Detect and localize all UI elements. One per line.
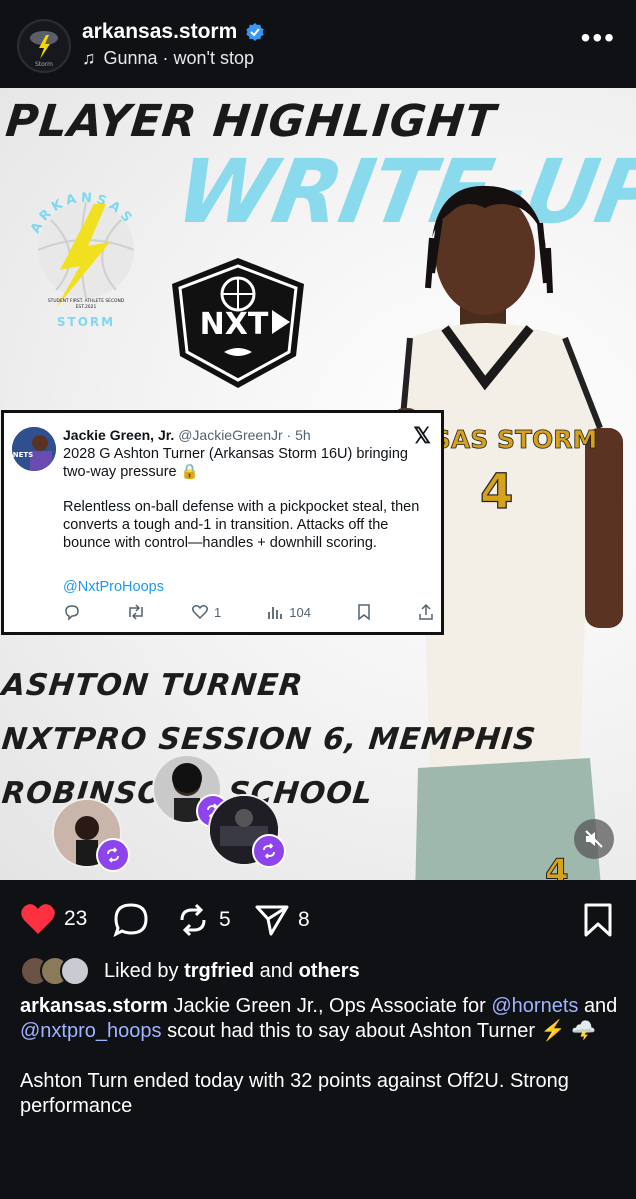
svg-text:4: 4 <box>545 852 569 880</box>
comment-bubble-icon <box>113 903 148 937</box>
caption-mention-nxtpro[interactable]: @nxtpro_hoops <box>20 1020 162 1042</box>
post-header: Storm arkansas.storm ♫ Gunna · won't sto… <box>0 0 636 88</box>
tweet-author-handle: @JackieGreenJr · 5h <box>178 427 311 443</box>
caption-text-1: Jackie Green Jr., Ops Associate for <box>173 995 486 1017</box>
nxt-shield-logo: NXT <box>172 258 304 388</box>
verified-badge-icon <box>246 23 264 41</box>
speaker-muted-icon <box>585 830 603 848</box>
tweet-reply-button[interactable] <box>63 603 81 621</box>
music-info[interactable]: ♫ Gunna · won't stop <box>82 48 254 69</box>
like-count: 23 <box>64 907 88 930</box>
player-name-text: ASHTON TURNER <box>0 668 305 703</box>
username[interactable]: arkansas.storm <box>82 20 237 44</box>
caption-mention-hornets[interactable]: @hornets <box>491 995 578 1017</box>
arkansas-storm-logo: ARKANSAS STUDENT FIRST. ATHLETE SECOND E… <box>28 191 135 329</box>
svg-text:NXT: NXT <box>200 307 269 342</box>
retweet-icon <box>129 604 143 620</box>
liked-by-and: and <box>259 959 293 982</box>
more-options-icon[interactable]: ••• <box>581 24 616 52</box>
tweet-bookmark-button[interactable] <box>356 603 372 621</box>
storm-logo-icon: Storm <box>20 22 68 70</box>
bookmark-save-icon <box>584 903 612 937</box>
post-action-bar: 23 5 8 <box>0 880 636 960</box>
tweet-actions: 1 104 <box>63 603 435 621</box>
post-caption: arkansas.storm Jackie Green Jr., Ops Ass… <box>20 994 620 1144</box>
event-text: NXTPRO SESSION 6, MEMPHIS <box>0 722 538 757</box>
repost-badge-3 <box>252 834 286 868</box>
liker-avatar-3 <box>60 956 90 986</box>
tweet-views-button[interactable]: 104 <box>266 603 311 621</box>
like-button[interactable]: 23 <box>20 902 87 936</box>
tweet-line-2: Relentless on-ball defense with a pickpo… <box>63 499 420 551</box>
heart-filled-icon <box>21 904 55 934</box>
repost-badge-2 <box>96 838 130 872</box>
post-image[interactable]: WRITE-UP PLAYER HIGHLIGHT ARKANSAS STUDE… <box>0 88 636 880</box>
share-count: 8 <box>298 908 310 931</box>
tweet-retweet-button[interactable] <box>126 603 146 621</box>
nets-avatar-icon: NETS <box>12 427 56 471</box>
send-paper-plane-icon <box>255 905 289 936</box>
liked-by-user[interactable]: trgfried <box>184 960 254 983</box>
tweet-views-count: 104 <box>289 604 311 620</box>
svg-text:STORM: STORM <box>57 315 115 329</box>
embedded-tweet-card[interactable]: NETS Jackie Green, Jr. @JackieGreenJr · … <box>1 410 444 635</box>
tweet-mention-link[interactable]: @NxtProHoops <box>63 579 164 595</box>
share-button[interactable]: 8 <box>254 902 310 938</box>
repost-count: 5 <box>219 908 231 931</box>
tweet-like-button[interactable]: 1 <box>191 603 221 621</box>
repost-icon <box>107 847 119 863</box>
views-icon <box>268 607 283 619</box>
tweet-body: 2028 G Ashton Turner (Arkansas Storm 16U… <box>63 445 433 569</box>
share-icon <box>419 603 433 620</box>
caption-paragraph-2: Ashton Turn ended today with 32 points a… <box>20 1070 569 1117</box>
save-button[interactable] <box>582 902 614 938</box>
liked-by-row[interactable]: Liked by trgfried and others <box>20 956 360 986</box>
caption-text-2: scout had this to say about Ashton Turne… <box>167 1020 597 1042</box>
svg-text:EST.2021: EST.2021 <box>76 304 97 310</box>
bookmark-icon <box>358 604 370 621</box>
svg-text:STUDENT FIRST. ATHLETE SECOND: STUDENT FIRST. ATHLETE SECOND <box>48 298 125 304</box>
profile-avatar[interactable]: Storm <box>17 19 71 73</box>
mute-button[interactable] <box>574 819 614 859</box>
liked-by-prefix: Liked by <box>104 959 179 982</box>
music-label: Gunna · won't stop <box>103 48 255 68</box>
svg-text:Storm: Storm <box>35 61 53 68</box>
caption-username[interactable]: arkansas.storm <box>20 995 168 1017</box>
tweet-line-1: 2028 G Ashton Turner (Arkansas Storm 16U… <box>63 446 408 480</box>
post-title-highlight: PLAYER HIGHLIGHT <box>3 96 499 147</box>
repost-arrows-icon <box>180 903 206 937</box>
svg-text:NETS: NETS <box>13 451 33 459</box>
tweet-author-avatar[interactable]: NETS <box>12 427 56 471</box>
reply-icon <box>65 605 79 621</box>
repost-button[interactable]: 5 <box>175 902 231 938</box>
repost-icon <box>263 843 275 859</box>
comment-button[interactable] <box>113 902 149 938</box>
tweet-share-button[interactable] <box>417 603 435 621</box>
svg-text:4: 4 <box>480 464 513 520</box>
tweet-author-name[interactable]: Jackie Green, Jr. <box>63 427 174 443</box>
heart-outline-icon <box>191 605 209 620</box>
music-note-icon: ♫ <box>82 48 96 68</box>
liked-by-others[interactable]: others <box>299 960 360 983</box>
caption-and: and <box>583 995 618 1017</box>
tweet-like-count: 1 <box>214 604 222 620</box>
